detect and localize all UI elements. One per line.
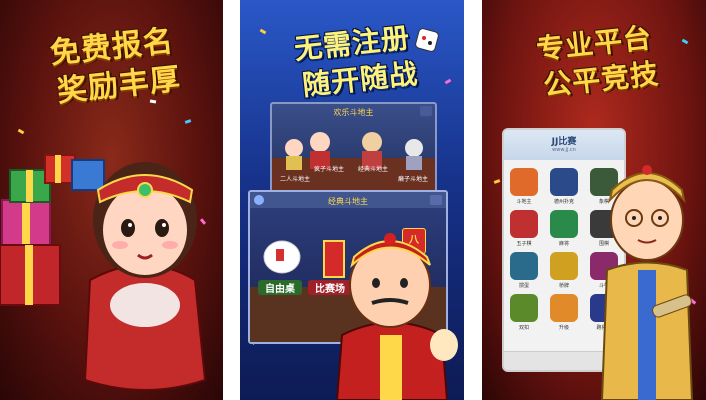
- gift-and-girl-illustration: [0, 154, 207, 391]
- app-title: JJ比赛: [551, 137, 577, 147]
- confetti: [184, 119, 192, 124]
- app-tile-label: 麻将: [558, 241, 569, 247]
- screen-title: 欢乐斗地主: [333, 108, 374, 117]
- menu-icon[interactable]: [430, 195, 442, 205]
- mode-label[interactable]: 癞子斗地主: [390, 174, 435, 183]
- app-subtitle: www.jj.cn: [552, 147, 576, 153]
- mode-label[interactable]: 疯子斗地主: [306, 164, 352, 173]
- app-tile[interactable]: [510, 210, 538, 238]
- landlord-character-illustration: [335, 233, 458, 400]
- mode-label[interactable]: 经典斗地主: [350, 164, 396, 173]
- app-tile-label: 掼蛋: [518, 283, 529, 289]
- free-table-icon: [263, 240, 301, 274]
- app-tile-label: 德州扑克: [553, 199, 574, 205]
- app-tile[interactable]: [550, 252, 578, 280]
- app-tile[interactable]: [550, 210, 578, 238]
- app-tile[interactable]: [550, 168, 578, 196]
- mode-label[interactable]: 二人斗地主: [272, 174, 318, 183]
- app-tile[interactable]: [510, 252, 538, 280]
- app-tile-label: 五子棋: [516, 241, 532, 247]
- promo-panel-fair-platform: 专业平台 公平竞技 JJ比赛 www.jj.cn 斗地主 德州扑克 象棋 五子棋…: [482, 0, 706, 400]
- game-screen-top: 欢乐斗地主 二人斗地主 疯子斗地主 经典斗地主 癞子斗地主: [270, 102, 437, 198]
- app-tile-label: 升级: [558, 325, 569, 331]
- confetti: [493, 179, 501, 184]
- app-tile[interactable]: [550, 294, 578, 322]
- free-table-button[interactable]: 自由桌: [258, 280, 302, 295]
- dice-icon: [415, 28, 439, 52]
- app-tile-label: 斗地主: [516, 199, 532, 205]
- app-tile[interactable]: [510, 168, 538, 196]
- screen-title: 经典斗地主: [328, 197, 368, 206]
- menu-icon[interactable]: [420, 106, 432, 116]
- app-tile-label: 桥牌: [558, 283, 569, 289]
- app-tile-label: 双扣: [518, 325, 529, 331]
- scholar-character-illustration: [600, 165, 694, 400]
- promo-panel-no-register: 无需注册 随开随战 欢乐斗地主 二人斗地主 疯子斗地主 经典斗地主 癞子斗地主 …: [240, 0, 464, 400]
- promo-panel-free-signup: 免费报名 奖励丰厚: [0, 0, 223, 400]
- app-tile[interactable]: [510, 294, 538, 322]
